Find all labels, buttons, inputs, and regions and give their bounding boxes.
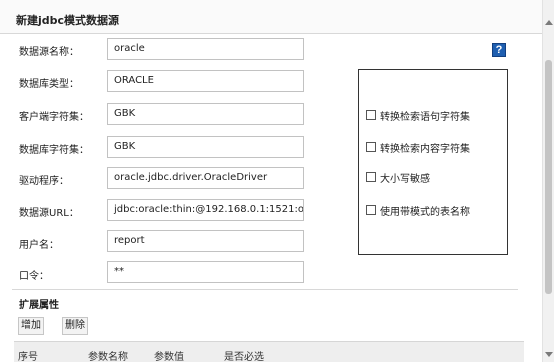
scroll-down-icon[interactable] <box>545 352 553 357</box>
checkbox[interactable] <box>366 110 376 120</box>
checkbox[interactable] <box>366 205 376 215</box>
scroll-up-icon[interactable] <box>545 20 553 25</box>
delete-button[interactable]: 删除 <box>62 317 88 335</box>
column-header-required[interactable]: 是否必选 <box>224 348 264 362</box>
username-field[interactable]: report <box>107 230 304 252</box>
title-divider <box>0 33 542 34</box>
dialog-titlebar: 新建jdbc模式数据源 <box>0 0 554 34</box>
driver-label: 驱动程序： <box>19 176 69 187</box>
option-label: 使用带模式的表名称 <box>380 206 470 218</box>
extended-properties-title: 扩展属性 <box>19 300 59 311</box>
help-icon[interactable]: ? <box>492 43 506 57</box>
option-label: 转换检索内容字符集 <box>380 143 470 155</box>
options-panel: 转换检索语句字符集 转换检索内容字符集 大小写敏感 使用带模式的表名称 <box>358 69 508 255</box>
checkbox[interactable] <box>366 172 376 182</box>
option-case-sensitive[interactable]: 大小写敏感 <box>366 170 430 185</box>
datasource-name-label: 数据源名称： <box>19 47 79 58</box>
db-type-field[interactable]: ORACLE <box>107 70 304 92</box>
scroll-thumb[interactable] <box>545 60 552 294</box>
driver-field[interactable]: oracle.jdbc.driver.OracleDriver <box>107 167 304 189</box>
checkbox[interactable] <box>366 142 376 152</box>
client-charset-field[interactable]: GBK <box>107 103 304 125</box>
dialog-title: 新建jdbc模式数据源 <box>16 14 120 27</box>
vertical-scrollbar[interactable] <box>542 0 554 362</box>
db-type-label: 数据库类型： <box>19 79 79 90</box>
datasource-url-field[interactable]: jdbc:oracle:thin:@192.168.0.1:1521:orcl <box>107 199 304 221</box>
add-button[interactable]: 增加 <box>18 317 44 335</box>
params-table-header: 序号 参数名称 参数值 是否必选 <box>14 341 524 362</box>
section-divider <box>12 289 518 290</box>
db-charset-label: 数据库字符集： <box>19 145 89 156</box>
option-convert-query-charset[interactable]: 转换检索语句字符集 <box>366 108 470 123</box>
column-header-param-value[interactable]: 参数值 <box>154 348 184 362</box>
datasource-url-label: 数据源URL： <box>19 208 79 219</box>
column-header-index[interactable]: 序号 <box>18 348 38 362</box>
option-use-schema-table-name[interactable]: 使用带模式的表名称 <box>366 203 470 218</box>
column-header-param-name[interactable]: 参数名称 <box>88 348 128 362</box>
client-charset-label: 客户端字符集： <box>19 112 89 123</box>
password-label: 口令： <box>19 271 49 282</box>
db-charset-field[interactable]: GBK <box>107 136 304 158</box>
datasource-name-field[interactable]: oracle <box>107 38 304 60</box>
option-label: 转换检索语句字符集 <box>380 111 470 123</box>
password-field[interactable]: ** <box>107 261 304 283</box>
username-label: 用户名： <box>19 240 59 251</box>
option-convert-content-charset[interactable]: 转换检索内容字符集 <box>366 140 470 155</box>
option-label: 大小写敏感 <box>380 173 430 185</box>
